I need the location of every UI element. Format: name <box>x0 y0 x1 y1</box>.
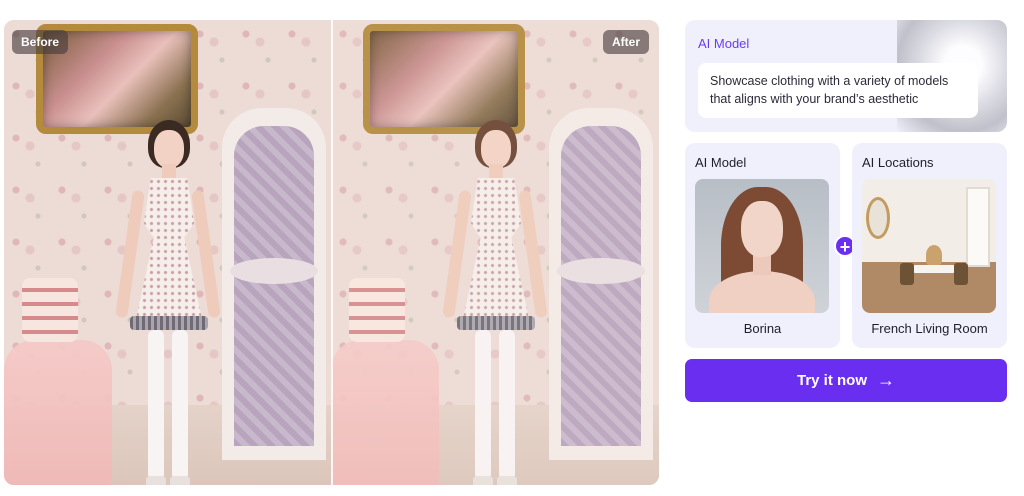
before-after-compare[interactable]: Before After <box>4 20 659 485</box>
location-thumbnail[interactable] <box>862 179 996 313</box>
ai-model-card[interactable]: AI Model Borina <box>685 143 840 348</box>
model-thumbnail[interactable] <box>695 179 829 313</box>
try-it-now-label: Try it now <box>796 372 867 389</box>
try-it-now-button[interactable]: Try it now → <box>685 359 1007 402</box>
before-image <box>4 20 332 485</box>
cake <box>22 278 78 342</box>
compare-divider-handle[interactable] <box>331 20 333 485</box>
feature-description: Showcase clothing with a variety of mode… <box>698 63 978 118</box>
location-name: French Living Room <box>871 321 988 336</box>
folding-screen <box>222 108 326 460</box>
model-name: Borina <box>743 321 782 336</box>
ai-locations-label: AI Locations <box>862 155 934 170</box>
ai-location-card[interactable]: AI Locations French Living Room <box>852 143 1007 348</box>
side-table <box>4 340 112 485</box>
ai-model-label: AI Model <box>695 155 747 170</box>
after-badge: After <box>602 30 649 54</box>
before-badge: Before <box>12 30 69 54</box>
after-image <box>331 20 659 485</box>
arrow-right-icon: → <box>877 370 895 390</box>
model-figure <box>112 120 222 485</box>
feature-card: AI Model Showcase clothing with a variet… <box>685 20 1007 132</box>
feature-title: AI Model <box>698 36 750 51</box>
